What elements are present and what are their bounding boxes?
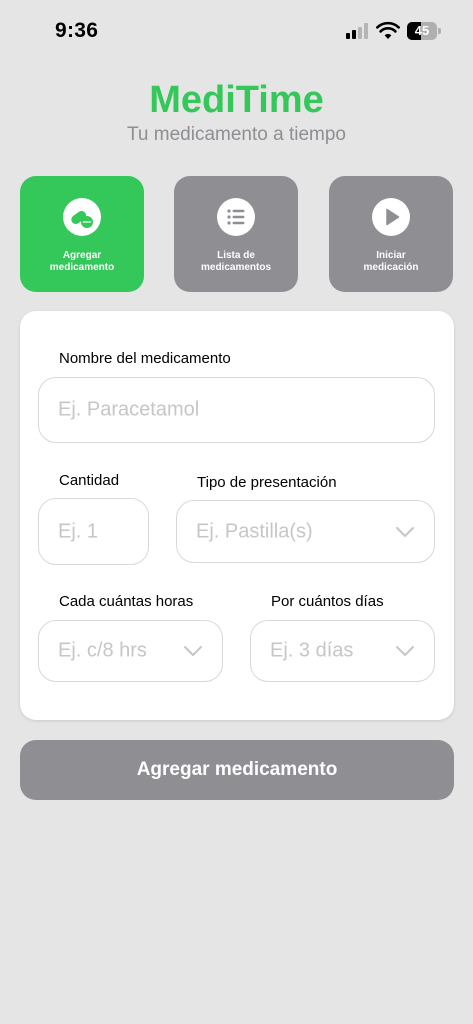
tile-label: Agregar medicamento bbox=[49, 250, 115, 273]
tile-medication-list[interactable]: Lista de medicamentos bbox=[174, 176, 298, 292]
pills-icon bbox=[63, 198, 101, 236]
duration-placeholder: Ej. 3 días bbox=[270, 639, 354, 662]
cellular-signal-icon bbox=[346, 23, 370, 39]
duration-select[interactable]: Ej. 3 días bbox=[250, 620, 435, 682]
medication-name-input[interactable]: Ej. Paracetamol bbox=[38, 377, 435, 443]
app-title: MediTime bbox=[149, 79, 324, 121]
tile-start-medication[interactable]: Iniciar medicación bbox=[329, 176, 453, 292]
interval-label: Cada cuántas horas bbox=[59, 593, 194, 610]
name-label: Nombre del medicamento bbox=[59, 350, 231, 367]
battery-percentage: 45 bbox=[414, 23, 430, 38]
medication-form-card: Nombre del medicamento Ej. Paracetamol C… bbox=[20, 311, 454, 720]
chevron-down-icon bbox=[184, 646, 202, 656]
status-bar: 9:36 45 bbox=[0, 0, 473, 60]
play-icon bbox=[372, 198, 410, 236]
interval-placeholder: Ej. c/8 hrs bbox=[58, 639, 147, 662]
duration-label: Por cuántos días bbox=[271, 593, 384, 610]
status-time: 9:36 bbox=[55, 19, 99, 42]
battery-icon: 45 bbox=[407, 22, 441, 40]
quantity-label: Cantidad bbox=[59, 472, 120, 489]
wifi-icon bbox=[376, 21, 400, 39]
chevron-down-icon bbox=[396, 646, 414, 656]
quantity-input[interactable]: Ej. 1 bbox=[38, 498, 149, 565]
app-subtitle: Tu medicamento a tiempo bbox=[127, 124, 346, 145]
medication-name-placeholder: Ej. Paracetamol bbox=[58, 398, 200, 421]
tile-add-medication[interactable]: Agregar medicamento bbox=[20, 176, 144, 292]
chevron-down-icon bbox=[396, 526, 414, 537]
quantity-placeholder: Ej. 1 bbox=[58, 520, 99, 542]
tile-label: Iniciar medicación bbox=[363, 250, 419, 273]
presentation-placeholder: Ej. Pastilla(s) bbox=[196, 520, 313, 542]
screen: 9:36 45 MediTime Tu medicamento a tiempo bbox=[0, 0, 473, 1024]
tile-label: Lista de medicamentos bbox=[200, 250, 272, 273]
list-icon bbox=[217, 198, 255, 236]
presentation-label: Tipo de presentación bbox=[197, 474, 337, 491]
interval-select[interactable]: Ej. c/8 hrs bbox=[38, 620, 223, 682]
presentation-select[interactable]: Ej. Pastilla(s) bbox=[176, 500, 435, 563]
add-medication-button[interactable]: Agregar medicamento bbox=[20, 740, 454, 800]
